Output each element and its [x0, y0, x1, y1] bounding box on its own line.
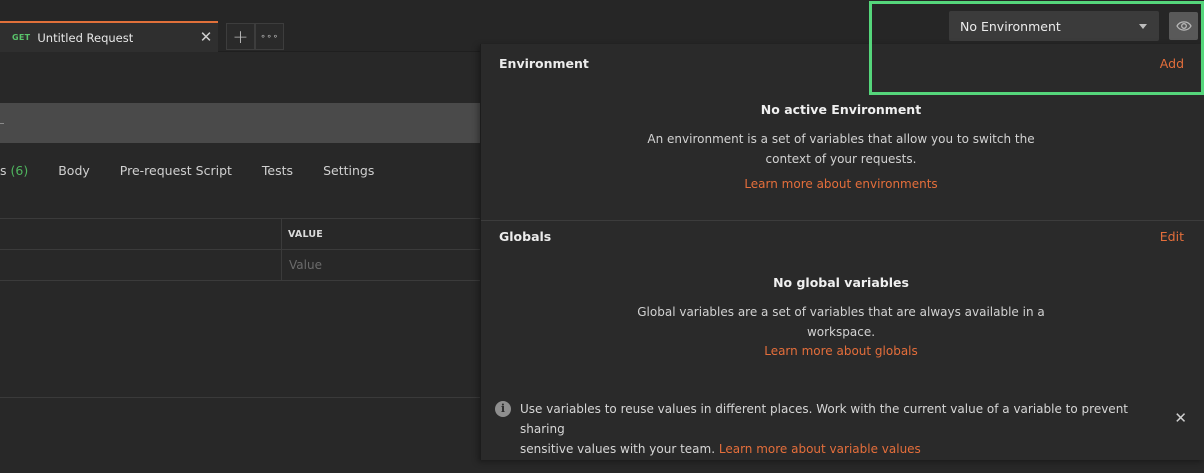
params-table: VALUE Value — [0, 218, 480, 281]
request-tab[interactable]: GET Untitled Request ✕ — [0, 21, 218, 52]
close-icon[interactable]: ✕ — [1174, 409, 1187, 427]
highlight-box — [869, 1, 1204, 95]
variables-info-banner: i Use variables to reuse values in diffe… — [495, 399, 1195, 456]
environment-quick-look-popover: Environment Add No active Environment An… — [480, 44, 1204, 460]
globals-description: Global variables are a set of variables … — [481, 302, 1201, 342]
tab-params-count: (6) — [10, 162, 29, 178]
tab-params-label: s — [0, 162, 7, 178]
request-method-badge: GET — [12, 33, 31, 42]
divider — [0, 397, 480, 398]
no-globals-title: No global variables — [773, 275, 909, 290]
section-divider — [481, 220, 1204, 221]
url-bar-fragment — [0, 123, 4, 124]
learn-more-environments-link[interactable]: Learn more about environments — [481, 177, 1201, 191]
more-tabs-button[interactable]: ∘∘∘ — [255, 23, 284, 50]
environment-description: An environment is a set of variables tha… — [481, 129, 1201, 169]
tab-pre-request-script[interactable]: Pre-request Script — [120, 163, 232, 178]
tab-settings[interactable]: Settings — [323, 163, 374, 178]
request-tab-title: Untitled Request — [37, 30, 134, 45]
table-header — [0, 219, 480, 250]
environment-description-line: context of your requests. — [765, 152, 917, 166]
globals-description-line: workspace. — [806, 325, 876, 339]
tab-params[interactable]: s (6) — [0, 163, 28, 178]
column-divider — [281, 219, 282, 281]
globals-section-title: Globals — [499, 229, 552, 244]
app-window: GET Untitled Request ✕ + ∘∘∘ No Environm… — [0, 0, 1204, 473]
close-tab-icon[interactable]: ✕ — [199, 27, 213, 47]
environment-section-title: Environment — [499, 56, 589, 71]
request-tabs: s (6) Body Pre-request Script Tests Sett… — [0, 160, 404, 180]
no-environment-title: No active Environment — [760, 102, 922, 117]
url-bar[interactable] — [0, 103, 480, 143]
globals-description-line: Global variables are a set of variables … — [637, 305, 1045, 319]
info-text: Use variables to reuse values in differe… — [520, 399, 1140, 459]
value-input[interactable]: Value — [289, 258, 322, 272]
info-text-line1: Use variables to reuse values in differe… — [520, 402, 1128, 436]
value-column-header: VALUE — [288, 229, 323, 240]
edit-globals-link[interactable]: Edit — [1160, 229, 1184, 244]
info-text-line2: sensitive values with your team. — [520, 442, 716, 456]
environment-description-line: An environment is a set of variables tha… — [647, 132, 1035, 146]
new-tab-button[interactable]: + — [226, 23, 255, 50]
learn-more-variable-values-link[interactable]: Learn more about variable values — [719, 442, 921, 456]
tab-body[interactable]: Body — [58, 163, 90, 178]
learn-more-globals-link[interactable]: Learn more about globals — [481, 344, 1201, 358]
tab-tests[interactable]: Tests — [262, 163, 293, 178]
info-icon: i — [495, 401, 511, 417]
